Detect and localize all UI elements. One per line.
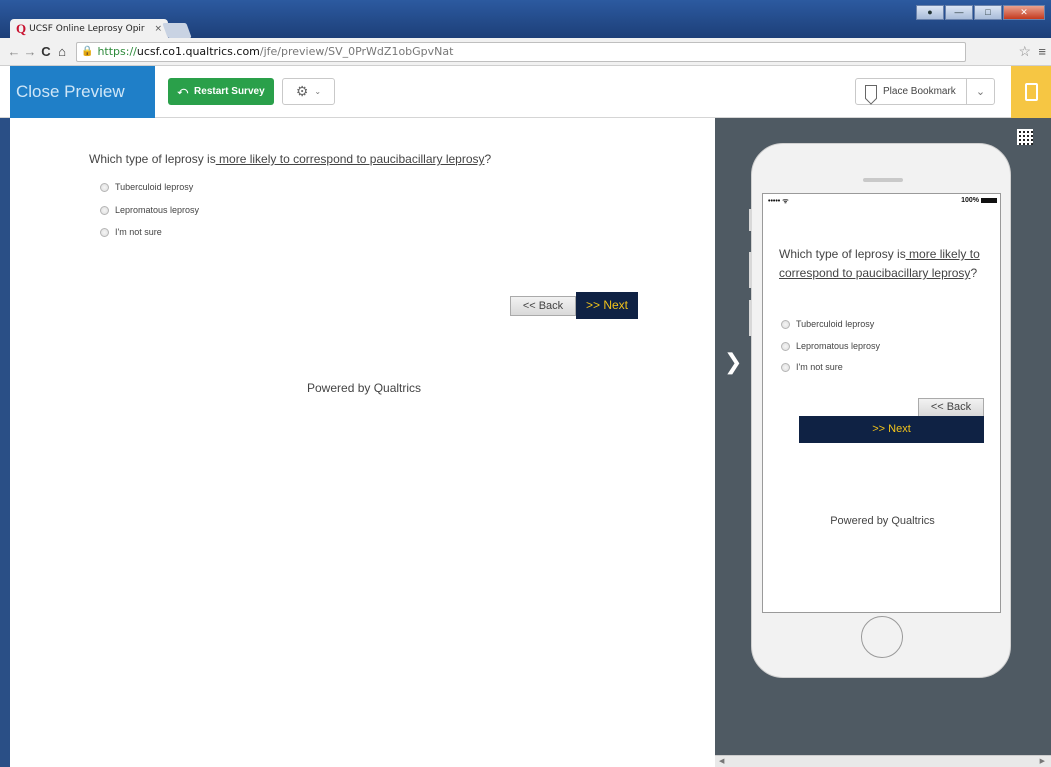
address-toolbar: ← → C ⌂ 🔒 https:// ucsf.co1.qualtrics.co… bbox=[0, 38, 1051, 66]
question-emphasis: more likely to correspond to paucibacill… bbox=[215, 152, 485, 166]
window-close-icon[interactable]: ✕ bbox=[1003, 5, 1045, 20]
url-scheme: https:// bbox=[97, 45, 137, 58]
new-tab-button[interactable] bbox=[162, 23, 192, 38]
next-button[interactable]: >> Next bbox=[576, 292, 638, 319]
radio-button[interactable] bbox=[100, 205, 109, 215]
question-prefix: Which type of leprosy is bbox=[779, 247, 906, 261]
gear-icon: ⚙ bbox=[295, 83, 309, 99]
option-label: Lepromatous leprosy bbox=[115, 205, 200, 215]
url-path: /jfe/preview/SV_0PrWdZ1obGpvNat bbox=[259, 45, 454, 58]
mobile-preview-toggle[interactable] bbox=[1011, 66, 1051, 118]
battery-percent: 100% bbox=[961, 197, 979, 204]
scroll-left-icon[interactable]: ◀ bbox=[719, 757, 724, 765]
phone-side-button bbox=[749, 252, 752, 288]
radio-button[interactable] bbox=[781, 341, 790, 351]
option-label: I'm not sure bbox=[115, 227, 162, 237]
back-button[interactable]: << Back bbox=[510, 296, 576, 316]
browser-window: Q UCSF Online Leprosy Opir × ● — □ ✕ ← →… bbox=[0, 0, 1051, 767]
chevron-right-icon[interactable]: ❯ bbox=[724, 350, 742, 375]
desktop-preview-pane: Which type of leprosy is more likely to … bbox=[10, 118, 715, 767]
mobile-powered-by-qualtrics[interactable]: Powered by Qualtrics bbox=[763, 515, 1002, 527]
bookmark-star-icon[interactable]: ☆ bbox=[1018, 43, 1031, 60]
forward-arrow-icon[interactable]: → bbox=[22, 44, 38, 59]
maximize-icon[interactable]: □ bbox=[974, 5, 1002, 20]
option-label: Tuberculoid leprosy bbox=[115, 182, 194, 192]
settings-dropdown[interactable]: ⚙ ⌄ bbox=[282, 78, 335, 105]
mobile-device-icon bbox=[1024, 83, 1038, 101]
url-bar[interactable]: 🔒 https:// ucsf.co1.qualtrics.com /jfe/p… bbox=[76, 41, 966, 62]
browser-menu-icon[interactable]: ≡ bbox=[1038, 44, 1046, 59]
lock-icon: 🔒 bbox=[81, 46, 94, 57]
browser-tab[interactable]: Q UCSF Online Leprosy Opir × bbox=[10, 19, 168, 38]
minimize-icon[interactable]: — bbox=[945, 5, 973, 20]
option-label: Tuberculoid leprosy bbox=[796, 319, 875, 329]
tab-title: UCSF Online Leprosy Opir bbox=[29, 23, 145, 34]
question-suffix: ? bbox=[970, 266, 978, 280]
url-host: ucsf.co1.qualtrics.com bbox=[136, 45, 260, 58]
phone-frame: ••••• ᯤ 100% Which type of leprosy is mo… bbox=[749, 143, 1011, 678]
option-lepromatous[interactable]: Lepromatous leprosy bbox=[100, 205, 199, 215]
phone-speaker bbox=[863, 178, 903, 182]
powered-by-qualtrics[interactable]: Powered by Qualtrics bbox=[307, 381, 421, 395]
window-left-border bbox=[0, 66, 10, 767]
mobile-option-not-sure[interactable]: I'm not sure bbox=[781, 362, 843, 372]
radio-button[interactable] bbox=[100, 227, 109, 237]
qualtrics-favicon-icon: Q bbox=[16, 20, 27, 36]
restart-survey-button[interactable]: ⤺ Restart Survey bbox=[168, 78, 274, 105]
question-text: Which type of leprosy is more likely to … bbox=[89, 152, 491, 166]
bookmark-icon bbox=[865, 84, 877, 99]
tab-strip: Q UCSF Online Leprosy Opir × ● — □ ✕ bbox=[0, 0, 1051, 38]
phone-side-button bbox=[749, 300, 752, 336]
battery-indicator: 100% bbox=[961, 197, 997, 204]
tab-close-icon[interactable]: × bbox=[154, 24, 162, 34]
close-preview-button[interactable]: Close Preview bbox=[10, 66, 155, 118]
mobile-next-button[interactable]: >> Next bbox=[799, 416, 984, 443]
bookmark-dropdown-icon[interactable]: ⌄ bbox=[966, 79, 994, 104]
phone-side-button bbox=[749, 209, 752, 231]
mobile-option-lepromatous[interactable]: Lepromatous leprosy bbox=[781, 341, 880, 351]
phone-home-button bbox=[861, 616, 903, 658]
radio-button[interactable] bbox=[781, 362, 790, 372]
window-controls: ● — □ ✕ bbox=[916, 5, 1045, 20]
horizontal-scrollbar[interactable]: ◀ ▶ bbox=[715, 755, 1051, 767]
place-bookmark-button[interactable]: Place Bookmark ⌄ bbox=[855, 78, 995, 105]
user-icon[interactable]: ● bbox=[916, 5, 944, 20]
mobile-preview-pane: ❯ ••••• ᯤ 100% Which type of leprosy is … bbox=[715, 118, 1051, 767]
question-prefix: Which type of leprosy is bbox=[89, 152, 216, 166]
mobile-back-button[interactable]: << Back bbox=[918, 398, 984, 417]
question-suffix: ? bbox=[484, 152, 492, 166]
qr-code-icon[interactable] bbox=[1017, 129, 1033, 145]
option-label: I'm not sure bbox=[796, 362, 843, 372]
home-icon[interactable]: ⌂ bbox=[54, 44, 70, 59]
restart-survey-label: Restart Survey bbox=[194, 86, 265, 97]
signal-wifi-indicator: ••••• ᯤ bbox=[768, 198, 789, 205]
back-arrow-icon[interactable]: ← bbox=[6, 44, 22, 59]
radio-button[interactable] bbox=[781, 319, 790, 329]
phone-screen: ••••• ᯤ 100% Which type of leprosy is mo… bbox=[762, 193, 1001, 613]
mobile-option-tuberculoid[interactable]: Tuberculoid leprosy bbox=[781, 319, 874, 329]
scroll-right-icon[interactable]: ▶ bbox=[1040, 757, 1045, 765]
restart-arrow-icon: ⤺ bbox=[177, 86, 189, 97]
mobile-question-text: Which type of leprosy is more likely to … bbox=[779, 245, 989, 283]
radio-button[interactable] bbox=[100, 182, 109, 192]
preview-header: Close Preview ⤺ Restart Survey ⚙ ⌄ Place… bbox=[0, 66, 1051, 118]
option-tuberculoid[interactable]: Tuberculoid leprosy bbox=[100, 182, 193, 192]
reload-icon[interactable]: C bbox=[38, 44, 54, 59]
option-not-sure[interactable]: I'm not sure bbox=[100, 227, 162, 237]
battery-icon bbox=[981, 197, 997, 203]
chevron-down-icon: ⌄ bbox=[314, 87, 322, 96]
place-bookmark-label: Place Bookmark bbox=[883, 86, 956, 97]
option-label: Lepromatous leprosy bbox=[796, 341, 881, 351]
